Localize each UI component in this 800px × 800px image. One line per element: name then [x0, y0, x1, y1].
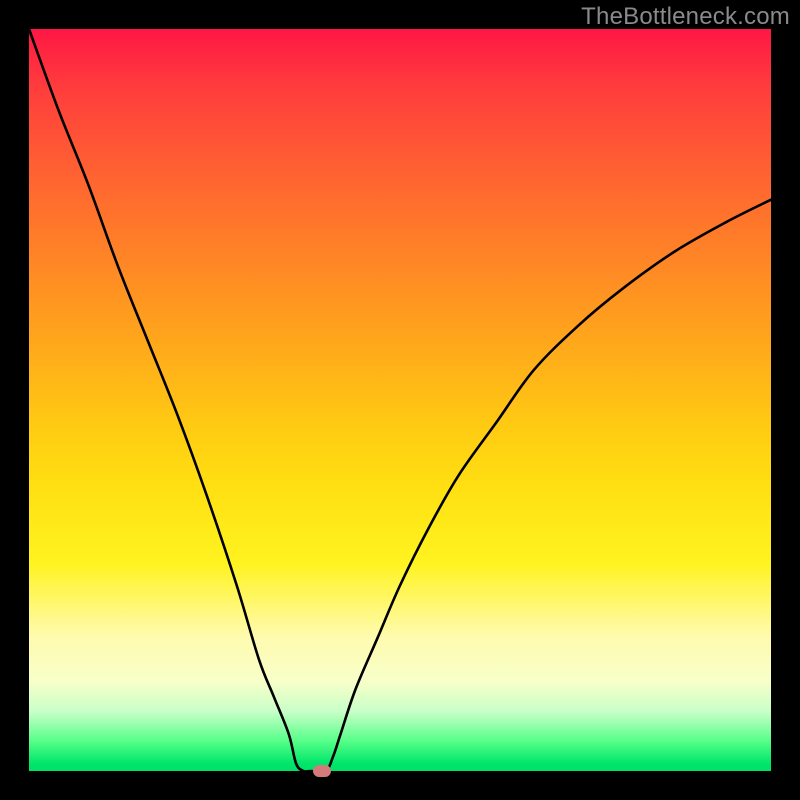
watermark-text: TheBottleneck.com: [581, 3, 790, 31]
bottleneck-curve: [29, 29, 771, 772]
chart-overlay: [29, 29, 771, 771]
optimal-point-marker: [313, 765, 331, 777]
chart-frame: TheBottleneck.com: [0, 0, 800, 800]
